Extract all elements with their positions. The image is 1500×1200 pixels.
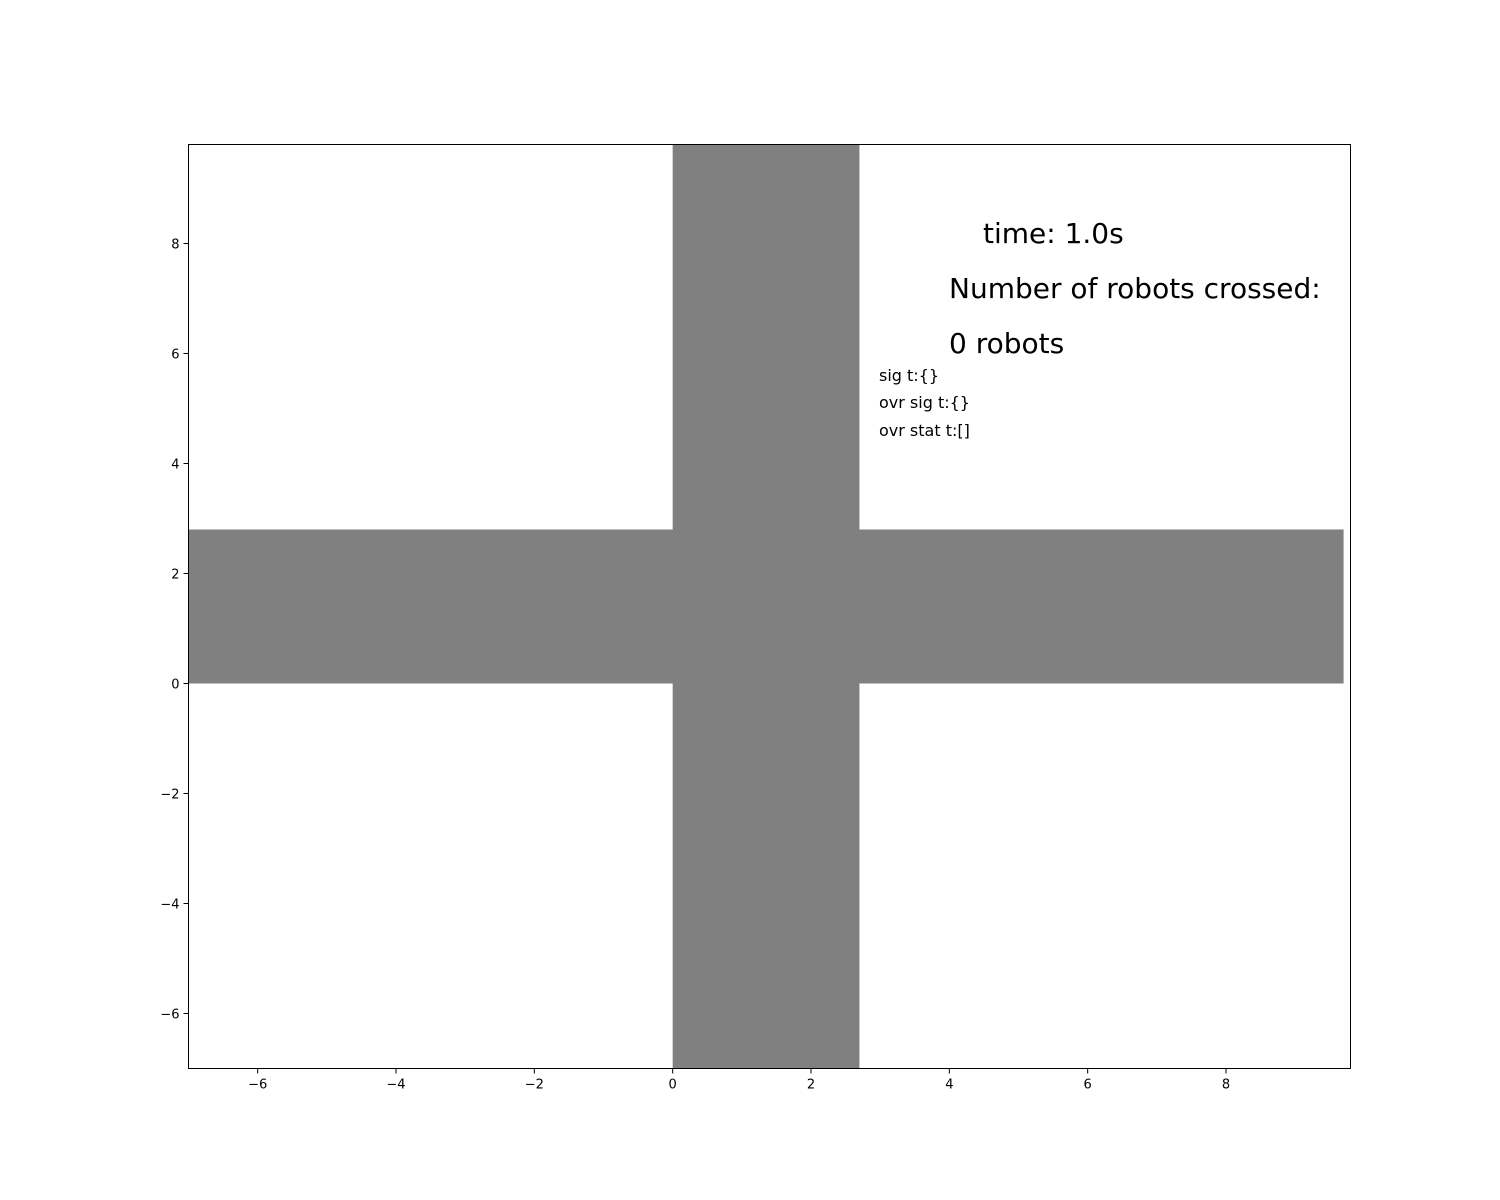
road-horizontal xyxy=(188,529,1344,684)
intersection-plot: −6 −4 −2 0 2 4 6 8 −6 −4 −2 0 2 4 6 8 time: 1.0s Numbe… xyxy=(0,0,1500,1200)
ovr-stat-annotation: ovr stat t:[] xyxy=(879,421,970,440)
x-tick-label: −6 xyxy=(248,1078,267,1093)
y-tick-label: −4 xyxy=(160,898,179,913)
x-tick-label: 2 xyxy=(807,1078,815,1093)
x-tick-label: −2 xyxy=(525,1078,544,1093)
robots-crossed-count: 0 robots xyxy=(949,327,1064,360)
y-tick-label: 4 xyxy=(171,458,179,473)
x-tick-label: 6 xyxy=(1084,1078,1092,1093)
robots-crossed-label: Number of robots crossed: xyxy=(949,272,1321,305)
time-annotation: time: 1.0s xyxy=(983,217,1124,250)
ovr-sig-annotation: ovr sig t:{} xyxy=(879,393,970,412)
x-tick-label: 0 xyxy=(669,1078,677,1093)
y-tick-label: −6 xyxy=(160,1008,179,1023)
x-tick-label: 4 xyxy=(945,1078,953,1093)
sig-annotation: sig t:{} xyxy=(879,366,939,385)
y-tick-label: 6 xyxy=(171,348,179,363)
x-tick-label: 8 xyxy=(1222,1078,1230,1093)
y-tick-label: 8 xyxy=(171,238,179,253)
y-tick-label: 0 xyxy=(171,678,179,693)
y-tick-label: 2 xyxy=(171,568,179,583)
y-tick-label: −2 xyxy=(160,788,179,803)
x-tick-label: −4 xyxy=(386,1078,405,1093)
